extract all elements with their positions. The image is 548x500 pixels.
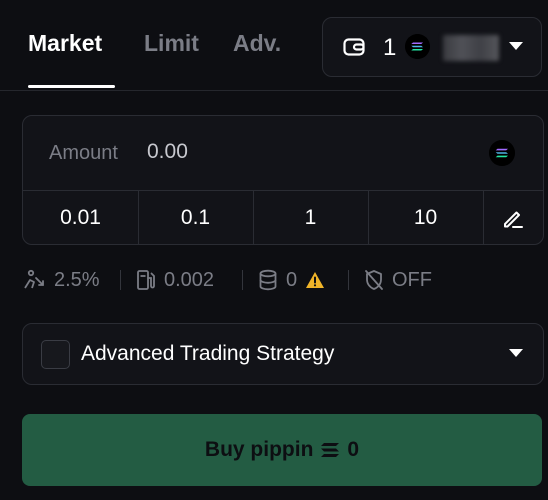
bribe-value: 0	[286, 268, 298, 291]
slippage-icon	[24, 269, 44, 289]
solana-logo-icon	[405, 34, 430, 59]
solana-logo-icon	[489, 140, 515, 166]
pencil-icon	[504, 211, 523, 228]
tab-advanced[interactable]: Adv.	[233, 30, 281, 57]
advanced-strategy-dropdown[interactable]: Advanced Trading Strategy	[22, 323, 544, 385]
wallet-selector[interactable]: 1	[322, 17, 542, 77]
solana-logo-icon	[321, 443, 340, 457]
wallet-icon	[343, 38, 365, 56]
amount-label: Amount	[49, 142, 118, 164]
buy-amount: 0	[347, 438, 360, 461]
chevron-down-icon	[509, 42, 523, 50]
preset-amounts: 0.01 0.1 1 10	[23, 190, 543, 245]
tab-limit[interactable]: Limit	[144, 30, 199, 57]
mev-protection-value: OFF	[392, 268, 432, 291]
wallet-count: 1	[383, 34, 397, 61]
gas-pump-icon	[137, 270, 155, 290]
wallet-address-redacted	[443, 35, 499, 61]
database-icon	[259, 269, 277, 291]
bribe-setting[interactable]: 0	[258, 266, 325, 294]
active-tab-indicator	[28, 85, 115, 88]
tab-market[interactable]: Market	[28, 30, 102, 57]
slippage-setting[interactable]: 2.5%	[22, 266, 100, 294]
preset-button[interactable]: 1	[253, 191, 369, 245]
warning-icon	[306, 272, 325, 288]
divider	[348, 270, 349, 290]
divider	[242, 270, 243, 290]
shield-off-icon	[365, 270, 383, 290]
slippage-value: 2.5%	[54, 268, 100, 291]
divider	[120, 270, 121, 290]
preset-button[interactable]: 10	[368, 191, 484, 245]
chevron-down-icon	[509, 349, 523, 357]
strategy-checkbox[interactable]	[41, 340, 70, 369]
amount-panel: Amount 0.01 0.1 1 10	[22, 115, 544, 245]
priority-fee-value: 0.002	[164, 268, 215, 291]
preset-button[interactable]: 0.01	[23, 191, 139, 245]
trade-settings-row: 2.5% 0.002 0 OFF	[22, 266, 542, 294]
edit-presets-button[interactable]	[483, 191, 543, 245]
mev-protection-setting[interactable]: OFF	[364, 266, 432, 294]
strategy-label: Advanced Trading Strategy	[81, 342, 335, 365]
preset-button[interactable]: 0.1	[138, 191, 254, 245]
buy-button[interactable]: Buy pippin 0	[22, 414, 542, 486]
amount-input[interactable]	[147, 140, 447, 164]
buy-button-label: Buy pippin	[204, 438, 314, 461]
priority-fee-setting[interactable]: 0.002	[136, 266, 214, 294]
